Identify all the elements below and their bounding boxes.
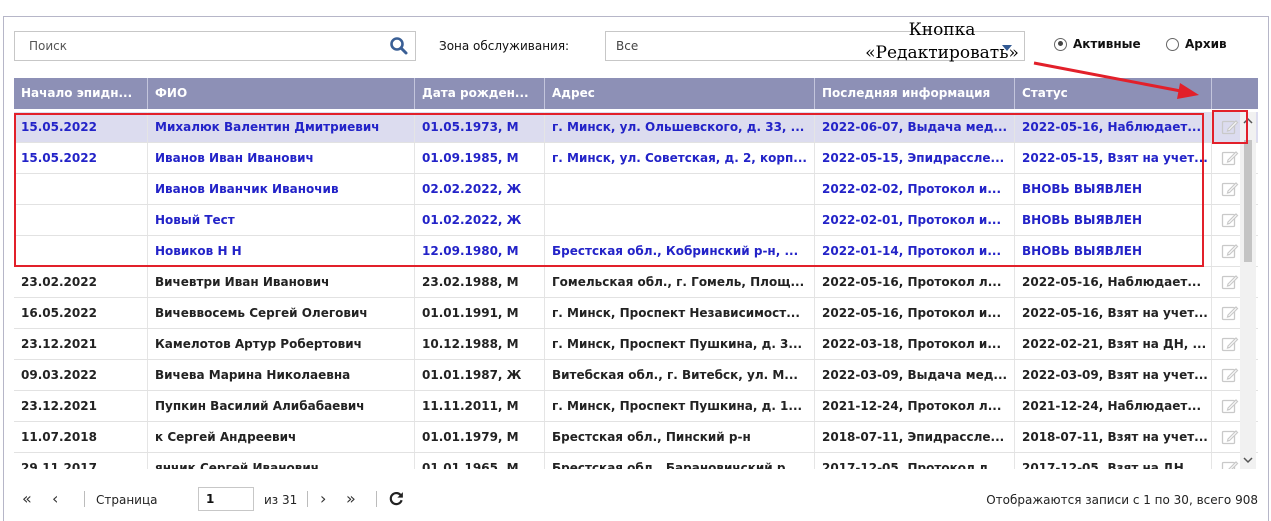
cell-status: 2022-05-16, Взят на учет... xyxy=(1015,298,1212,328)
cell-birth: 01.01.1987, Ж xyxy=(415,360,545,390)
radio-archive[interactable]: Архив xyxy=(1166,37,1227,51)
cell-name: Камелотов Артур Робертович xyxy=(148,329,415,359)
cell-last: 2022-03-18, Протокол и... xyxy=(815,329,1015,359)
table-row[interactable]: 23.12.2021 Пупкин Василий Алибабаевич 11.1… xyxy=(14,391,1258,422)
highlight-edit-button-box xyxy=(1212,110,1248,144)
scroll-down-icon[interactable] xyxy=(1243,455,1253,465)
table-row[interactable]: 23.12.2021 Камелотов Артур Робертович 10.1… xyxy=(14,329,1258,360)
radio-active-label: Активные xyxy=(1073,37,1141,51)
cell-last: 2018-07-11, Эпидрассле... xyxy=(815,422,1015,452)
annotation-callout: Кнопка «Редактировать» xyxy=(827,19,1057,65)
prev-page-icon[interactable]: ‹ xyxy=(52,491,58,507)
edit-icon[interactable] xyxy=(1221,366,1239,384)
column-header-last-info[interactable]: Последняя информация xyxy=(815,78,1015,109)
cell-start: 09.03.2022 xyxy=(14,360,148,390)
edit-icon[interactable] xyxy=(1221,428,1239,446)
cell-status: 2017-12-05, Взят на ДН, ... xyxy=(1015,453,1212,469)
cell-birth: 01.01.1979, М xyxy=(415,422,545,452)
pager-divider xyxy=(307,491,308,507)
cell-name: Вичеввосемь Сергей Олегович xyxy=(148,298,415,328)
cell-start: 16.05.2022 xyxy=(14,298,148,328)
column-header-actions xyxy=(1212,78,1258,109)
cell-status: 2018-07-11, Взят на учет... xyxy=(1015,422,1212,452)
radio-archive-label: Архив xyxy=(1185,37,1227,51)
highlight-rows-box xyxy=(14,113,1204,267)
cell-birth: 01.01.1965, М xyxy=(415,453,545,469)
cell-start: 11.07.2018 xyxy=(14,422,148,452)
cell-birth: 23.02.1988, М xyxy=(415,267,545,297)
annotation-line-1: Кнопка xyxy=(908,20,976,40)
cell-address: г. Минск, Проспект Пушкина, д. 1... xyxy=(545,391,815,421)
cell-name: к Сергей Андреевич xyxy=(148,422,415,452)
edit-icon[interactable] xyxy=(1221,242,1239,260)
cell-last: 2021-12-24, Протокол л... xyxy=(815,391,1015,421)
cell-address: Гомельская обл., г. Гомель, Площ... xyxy=(545,267,815,297)
search-icon[interactable] xyxy=(389,36,409,56)
table-row[interactable]: 29.11.2017 янчик Сергей Иванович 01.01.196… xyxy=(14,453,1258,469)
cell-last: 2022-05-16, Протокол и... xyxy=(815,298,1015,328)
table-row[interactable]: 11.07.2018 к Сергей Андреевич 01.01.1979, … xyxy=(14,422,1258,453)
column-header-name[interactable]: ФИО xyxy=(148,78,415,109)
pagination-bar: « ‹ Страница 1 из 31 › » Отображаются за… xyxy=(14,484,1258,514)
records-info: Отображаются записи с 1 по 30, всего 908 xyxy=(986,493,1258,507)
cell-address: г. Минск, Проспект Независимост... xyxy=(545,298,815,328)
cell-address: Брестская обл., Барановичский р... xyxy=(545,453,815,469)
cell-status: 2021-12-24, Наблюдает... xyxy=(1015,391,1212,421)
edit-icon[interactable] xyxy=(1221,304,1239,322)
pager-divider xyxy=(84,491,85,507)
cell-name: янчик Сергей Иванович xyxy=(148,453,415,469)
table-row[interactable]: 16.05.2022 Вичеввосемь Сергей Олегович 01.… xyxy=(14,298,1258,329)
edit-icon[interactable] xyxy=(1221,211,1239,229)
edit-icon[interactable] xyxy=(1221,273,1239,291)
radio-unchecked-icon[interactable] xyxy=(1166,37,1179,51)
column-header-start[interactable]: Начало эпидн... xyxy=(14,78,148,109)
search-input[interactable]: Поиск xyxy=(14,31,416,61)
cell-start: 23.12.2021 xyxy=(14,329,148,359)
pager-divider xyxy=(376,491,377,507)
cell-birth: 11.11.2011, М xyxy=(415,391,545,421)
cell-last: 2022-05-16, Протокол л... xyxy=(815,267,1015,297)
cell-status: 2022-05-16, Наблюдает... xyxy=(1015,267,1212,297)
cell-address: г. Минск, Проспект Пушкина, д. 3... xyxy=(545,329,815,359)
page-of-label: из 31 xyxy=(264,493,298,507)
column-header-status[interactable]: Статус xyxy=(1015,78,1212,109)
cell-name: Пупкин Василий Алибабаевич xyxy=(148,391,415,421)
zone-label: Зона обслуживания: xyxy=(439,39,570,53)
cell-start: 23.12.2021 xyxy=(14,391,148,421)
scrollbar-thumb[interactable] xyxy=(1244,140,1252,262)
cell-birth: 10.12.1988, М xyxy=(415,329,545,359)
cell-name: Вичева Марина Николаевна xyxy=(148,360,415,390)
cell-start: 29.11.2017 xyxy=(14,453,148,469)
page-label: Страница xyxy=(96,493,158,507)
cell-last: 2022-03-09, Выдача мед... xyxy=(815,360,1015,390)
cell-status: 2022-02-21, Взят на ДН, ... xyxy=(1015,329,1212,359)
table-row[interactable]: 23.02.2022 Вичевтри Иван Иванович 23.02.19… xyxy=(14,267,1258,298)
cell-address: Витебская обл., г. Витебск, ул. М... xyxy=(545,360,815,390)
edit-icon[interactable] xyxy=(1221,459,1239,469)
edit-icon[interactable] xyxy=(1221,335,1239,353)
last-page-icon[interactable]: » xyxy=(346,491,356,507)
zone-select-value: Все xyxy=(616,39,639,53)
radio-active[interactable]: Активные xyxy=(1054,37,1141,51)
column-header-birth[interactable]: Дата рожден... xyxy=(415,78,545,109)
refresh-icon[interactable] xyxy=(388,490,405,507)
vertical-scrollbar[interactable] xyxy=(1240,112,1256,469)
edit-icon[interactable] xyxy=(1221,149,1239,167)
cell-name: Вичевтри Иван Иванович xyxy=(148,267,415,297)
search-placeholder: Поиск xyxy=(29,39,68,53)
table-row[interactable]: 09.03.2022 Вичева Марина Николаевна 01.01.… xyxy=(14,360,1258,391)
column-header-address[interactable]: Адрес xyxy=(545,78,815,109)
table-header: Начало эпидн... ФИО Дата рожден... Адрес… xyxy=(14,78,1258,109)
cell-birth: 01.01.1991, М xyxy=(415,298,545,328)
cell-address: Брестская обл., Пинский р-н xyxy=(545,422,815,452)
page-number-input[interactable]: 1 xyxy=(198,487,254,511)
annotation-line-2: «Редактировать» xyxy=(865,43,1019,63)
edit-icon[interactable] xyxy=(1221,397,1239,415)
cell-start: 23.02.2022 xyxy=(14,267,148,297)
next-page-icon[interactable]: › xyxy=(320,491,326,507)
cell-last: 2017-12-05, Протокол л... xyxy=(815,453,1015,469)
cell-status: 2022-03-09, Взят на учет... xyxy=(1015,360,1212,390)
edit-icon[interactable] xyxy=(1221,180,1239,198)
first-page-icon[interactable]: « xyxy=(22,491,32,507)
